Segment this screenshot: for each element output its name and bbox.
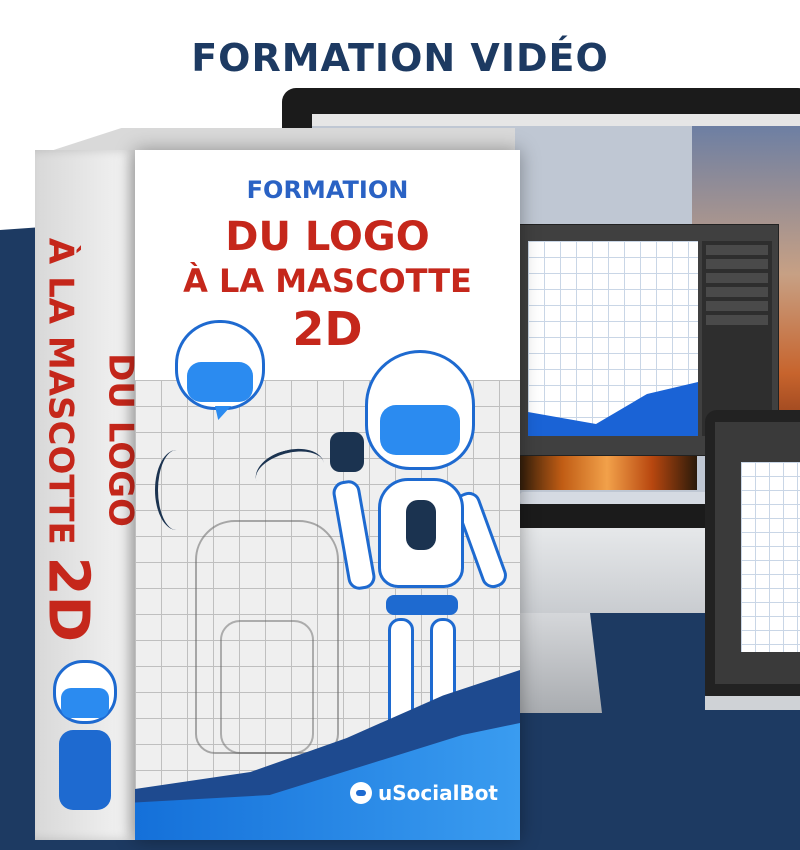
robot-belt [386,595,458,615]
brand-name: uSocialBot [378,781,498,805]
arrow-icon [155,450,198,530]
robot-face [380,405,460,455]
side-title-line2-text: À LA MASCOTTE [40,237,80,545]
layers-panel [702,241,772,436]
box-side-title-text: DU LOGO À LA MASCOTTE 2D [35,238,140,642]
headline: FORMATION VIDÉO [191,36,609,80]
robot-hand [330,432,364,472]
panel-row [706,287,768,297]
laptop [705,410,800,710]
pencil-sketch-body [220,620,314,754]
brand-robot-icon [350,782,372,804]
brand-logo: uSocialBot [350,781,498,805]
panel-row [706,273,768,283]
robot-body [59,730,111,810]
robot-logo-illustration [175,320,265,430]
robot-core [406,500,436,550]
panel-row [706,301,768,311]
panel-row [706,315,768,325]
laptop-base [705,696,800,710]
wallpaper-strip [517,456,697,490]
panel-row [706,245,768,255]
robot-face [61,688,109,718]
robot-logo-face [187,362,253,402]
menu-bar [312,114,800,126]
box-subtitle: FORMATION [246,176,409,204]
box-title-line1: DU LOGO [225,214,430,260]
side-robot-illustration [45,660,125,810]
side-title-2d: 2D [35,556,100,643]
side-title-line1: DU LOGO [100,353,140,527]
box-front: FORMATION DU LOGO À LA MASCOTTE 2D uSoci… [135,150,520,840]
box-title-line2: À LA MASCOTTE [183,262,472,300]
artboard [528,241,698,436]
artboard-wave [528,382,698,436]
speech-bubble-tail [215,406,231,420]
box-side-title: DU LOGO À LA MASCOTTE 2D [35,160,140,720]
side-title-line2: À LA MASCOTTE 2D [35,238,100,642]
laptop-artboard [741,462,800,652]
panel-row [706,259,768,269]
laptop-screen [715,422,800,684]
